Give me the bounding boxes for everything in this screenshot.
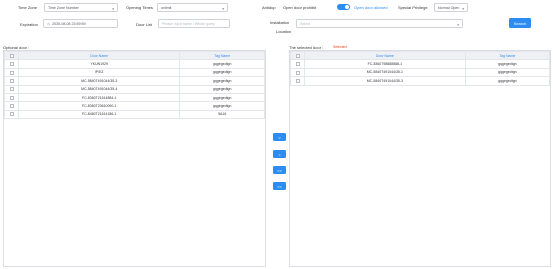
door-name-cell: MC-5840T491044/35-3	[304, 76, 466, 86]
tag-name-cell: gqgegedtgn	[179, 92, 265, 103]
row-checkbox-cell[interactable]	[4, 109, 19, 120]
chevron-down-icon: ▾	[112, 6, 114, 11]
row-checkbox-cell[interactable]	[4, 101, 19, 111]
door-name-cell: MC-5840T491044/35-1	[304, 67, 466, 78]
location-label: Location	[276, 29, 292, 34]
tag-name-cell: gqgegedtgn	[179, 84, 265, 94]
row-checkbox[interactable]	[9, 70, 14, 75]
table-row[interactable]: FC-8460T21614186-1 5A16	[4, 109, 265, 120]
table-row[interactable]: FC-8360T23610090-1 gqgegedtgn	[4, 101, 265, 111]
door-list-placeholder: Please input name / Whole query	[162, 21, 215, 26]
row-checkbox-cell[interactable]	[4, 59, 19, 69]
time-zone-value: Time Zone Number	[48, 5, 79, 10]
door-name-cell: IP/EZ	[17, 67, 181, 78]
row-checkbox[interactable]	[9, 62, 14, 67]
table-header-row: Door Name Tag Name	[4, 50, 265, 61]
expiration-value: 2030-08-08 23:59:59	[52, 21, 86, 26]
move-all-left-button[interactable]: <<	[273, 182, 286, 190]
calendar-icon: ◷	[47, 21, 51, 26]
column-header-tag-name[interactable]: Tag Name	[464, 50, 551, 61]
antidup-label: Antidup	[262, 5, 276, 10]
search-button[interactable]: Search	[509, 18, 531, 28]
tag-name-cell: gqgegedtgn	[464, 67, 551, 78]
chevron-down-icon: ▾	[462, 6, 464, 11]
installation-location-select[interactable]: Select ▾	[296, 19, 463, 28]
door-name-cell: MC-5840T491044/35-4	[17, 84, 181, 94]
time-zone-select[interactable]: Time Zone Number ▾	[44, 3, 118, 12]
move-all-right-button[interactable]: >>	[273, 166, 286, 174]
select-all-checkbox[interactable]	[295, 53, 300, 58]
selected-badge: Selected	[333, 45, 347, 49]
toggle-knob	[344, 4, 350, 10]
installation-placeholder: Select	[300, 21, 310, 26]
tag-name-cell: gqgegedtgn	[179, 101, 265, 111]
special-privilege-value: Normal Open	[438, 5, 460, 10]
opening-times-label: Opening Times	[126, 5, 153, 10]
tag-name-cell: gqgegedtgn	[179, 67, 265, 78]
table-row[interactable]: IP/EZ gqgegedtgn	[4, 67, 265, 78]
row-checkbox-cell[interactable]	[4, 92, 19, 103]
table-row[interactable]: MC-5840T491044/35-4 gqgegedtgn	[4, 84, 265, 94]
table-row[interactable]: FC-8360T21614884-1 gqgegedtgn	[4, 92, 265, 103]
column-header-tag-name[interactable]: Tag Name	[179, 50, 265, 61]
row-checkbox[interactable]	[9, 95, 14, 100]
tag-name-cell: gqgegedtgn	[464, 59, 551, 69]
time-zone-label: Time Zone	[18, 5, 37, 10]
tag-name-cell: gqgegedtgn	[179, 76, 265, 86]
opening-times-value: unlimit	[161, 5, 172, 10]
row-checkbox-cell[interactable]	[4, 67, 19, 78]
table-row[interactable]: MC-5840T491044/35-3 gqgegedtgn	[4, 76, 265, 86]
row-checkbox-cell[interactable]	[290, 76, 305, 86]
row-checkbox[interactable]	[9, 112, 14, 117]
door-list-input[interactable]: Please input name / Whole query	[158, 19, 230, 28]
table-row[interactable]: MC-5840T491044/35-1 gqgegedtgn	[290, 67, 551, 78]
row-checkbox[interactable]	[9, 78, 14, 83]
opening-times-select[interactable]: unlimit ▾	[157, 3, 228, 12]
row-checkbox[interactable]	[295, 78, 300, 83]
open-door-prohibit-label: Open door prohibit	[283, 5, 317, 10]
select-all-checkbox-cell[interactable]	[290, 50, 305, 61]
door-name-cell: MC-5840T491044/35-3	[17, 76, 181, 86]
expiration-label: Expiration	[20, 22, 38, 27]
column-header-door-name[interactable]: Door Name	[17, 50, 181, 61]
open-door-allowed-label: Open door allowed	[354, 5, 388, 10]
row-checkbox-cell[interactable]	[4, 84, 19, 94]
chevron-down-icon: ▾	[222, 6, 224, 11]
door-name-cell: FC-8360T23610090-1	[17, 101, 181, 111]
table-row[interactable]: YKUN1929 gqgegedtgn	[4, 59, 265, 69]
selected-door-panel: Door Name Tag Name FC-8360T98888888-1 gq…	[289, 50, 551, 267]
installation-label: Installation	[270, 20, 290, 25]
optional-door-table: Door Name Tag Name YKUN1929 gqgegedtgn I…	[4, 50, 265, 120]
expiration-date-input[interactable]: ◷ 2030-08-08 23:59:59	[43, 19, 118, 28]
special-privilege-select[interactable]: Normal Open ▾	[434, 3, 468, 12]
row-checkbox[interactable]	[295, 62, 300, 67]
door-name-cell: FC-8460T21614186-1	[17, 109, 181, 120]
move-right-button[interactable]: >	[273, 133, 286, 141]
row-checkbox[interactable]	[9, 104, 14, 109]
chevron-down-icon: ▾	[457, 22, 459, 27]
optional-door-panel: Door Name Tag Name YKUN1929 gqgegedtgn I…	[3, 50, 266, 267]
select-all-checkbox[interactable]	[9, 53, 14, 58]
door-name-cell: FC-8360T98888888-1	[304, 59, 466, 69]
table-row[interactable]: MC-5840T491044/35-3 gqgegedtgn	[290, 76, 551, 86]
special-privilege-label: Special Privilege	[398, 5, 428, 10]
row-checkbox[interactable]	[295, 70, 300, 75]
table-row[interactable]: FC-8360T98888888-1 gqgegedtgn	[290, 59, 551, 69]
door-name-cell: FC-8360T21614884-1	[17, 92, 181, 103]
column-header-door-name[interactable]: Door Name	[304, 50, 466, 61]
door-list-label: Door List	[136, 22, 153, 27]
select-all-checkbox-cell[interactable]	[4, 50, 19, 61]
tag-name-cell: gqgegedtgn	[179, 59, 265, 69]
row-checkbox-cell[interactable]	[4, 76, 19, 86]
antidup-toggle[interactable]	[337, 4, 350, 10]
tag-name-cell: gqgegedtgn	[464, 76, 551, 86]
move-left-button[interactable]: <	[273, 150, 286, 158]
row-checkbox-cell[interactable]	[290, 59, 305, 69]
selected-door-table: Door Name Tag Name FC-8360T98888888-1 gq…	[290, 50, 551, 86]
table-header-row: Door Name Tag Name	[290, 50, 551, 61]
tag-name-cell: 5A16	[179, 109, 265, 120]
row-checkbox-cell[interactable]	[290, 67, 305, 78]
door-name-cell: YKUN1929	[17, 59, 181, 69]
row-checkbox[interactable]	[9, 87, 14, 92]
